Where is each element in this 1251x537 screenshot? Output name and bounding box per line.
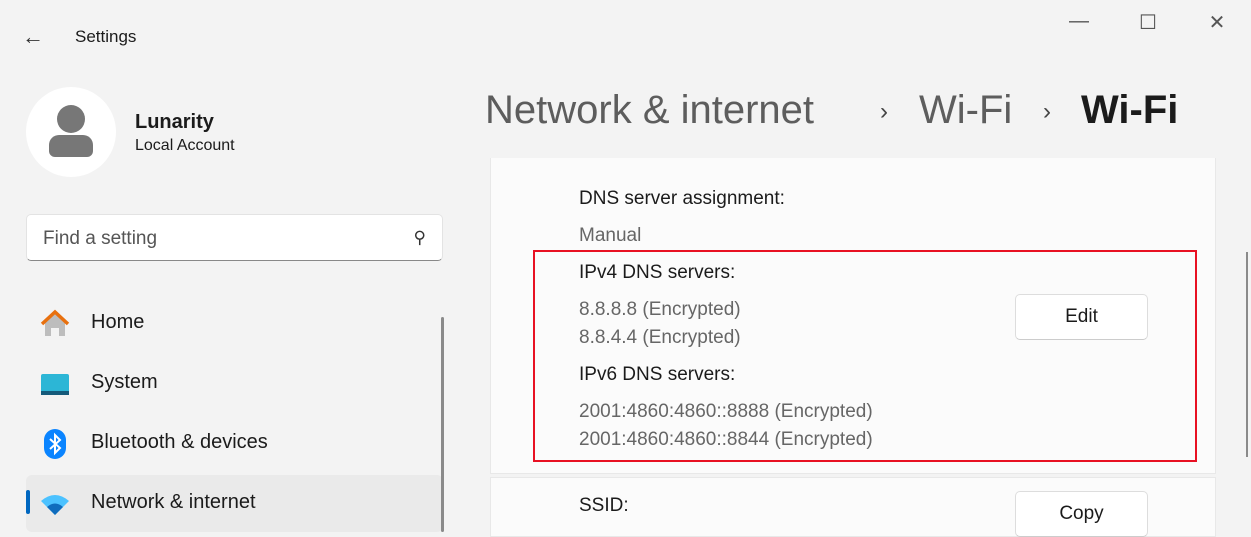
- avatar[interactable]: [26, 87, 116, 177]
- sidebar-item-network[interactable]: Network & internet: [26, 475, 443, 532]
- maximize-button[interactable]: ☐: [1128, 10, 1168, 35]
- dns-assignment-label: DNS server assignment:: [579, 188, 785, 209]
- account-type: Local Account: [135, 137, 235, 154]
- page-title: Wi-Fi: [1081, 88, 1179, 132]
- system-icon: [41, 374, 69, 395]
- sidebar-item-bluetooth[interactable]: Bluetooth & devices: [26, 415, 443, 472]
- content-scrollbar[interactable]: [1246, 252, 1248, 457]
- sidebar-scrollbar[interactable]: [441, 317, 444, 532]
- wifi-icon: [41, 495, 69, 515]
- search-icon[interactable]: ⚲: [414, 228, 426, 248]
- sidebar-item-label: System: [91, 371, 158, 393]
- breadcrumb-network[interactable]: Network & internet: [485, 88, 814, 133]
- bluetooth-icon: [44, 429, 66, 459]
- sidebar-item-label: Home: [91, 311, 145, 333]
- breadcrumb-wifi[interactable]: Wi-Fi: [919, 88, 1012, 133]
- home-icon: [40, 309, 70, 336]
- minimize-button[interactable]: —: [1059, 10, 1099, 33]
- back-button[interactable]: ←: [22, 24, 44, 50]
- sidebar-item-label: Bluetooth & devices: [91, 431, 268, 453]
- highlight-box: [533, 250, 1197, 462]
- sidebar-item-home[interactable]: Home: [26, 295, 443, 352]
- sidebar-item-label: Network & internet: [91, 491, 256, 513]
- breadcrumb-separator: ›: [880, 98, 888, 125]
- sidebar-item-system[interactable]: System: [26, 355, 443, 412]
- user-name: Lunarity: [135, 111, 214, 133]
- close-button[interactable]: ✕: [1197, 10, 1237, 35]
- ssid-label: SSID:: [579, 495, 629, 516]
- search-placeholder: Find a setting: [43, 228, 158, 249]
- app-title: Settings: [75, 27, 137, 46]
- search-input[interactable]: Find a setting ⚲: [26, 214, 443, 261]
- breadcrumb-separator: ›: [1043, 98, 1051, 125]
- copy-button[interactable]: Copy: [1015, 491, 1148, 537]
- dns-assignment-value: Manual: [579, 225, 642, 246]
